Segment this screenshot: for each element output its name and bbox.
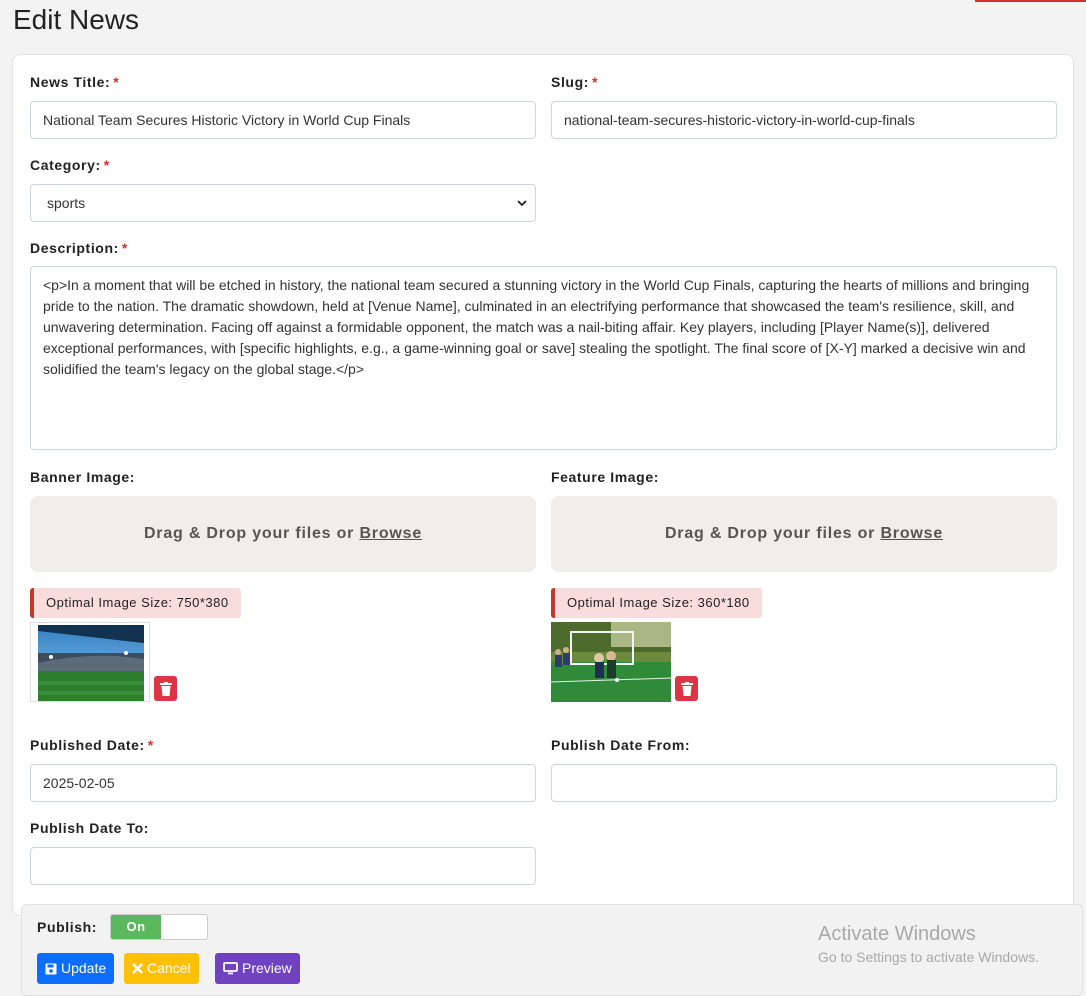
publish-date-to-label: Publish Date To: [30,820,150,836]
watermark-subtitle: Go to Settings to activate Windows. [818,949,1039,965]
slug-label: Slug: * [551,74,599,90]
update-button[interactable]: Update [37,953,115,984]
required-marker: * [103,157,110,173]
dropzone-text: Drag & Drop your files or [664,525,876,542]
watermark-title: Activate Windows [818,923,976,945]
update-label: Update [61,960,107,976]
close-icon [132,963,143,974]
feature-size-hint: Optimal Image Size: 360*180 [551,588,762,618]
browse-link[interactable]: Browse [359,525,422,542]
banner-image-label: Banner Image: [30,469,136,485]
delete-feature-button[interactable] [675,676,698,701]
page-title: Edit News [13,4,140,35]
stadium-image [31,623,149,701]
published-date-input[interactable]: 2025-02-05 [30,764,536,802]
feature-image-dropzone[interactable]: Drag & Drop your files or Browse [551,496,1057,572]
category-select[interactable]: sports [30,184,536,222]
banner-size-hint: Optimal Image Size: 750*380 [30,588,241,618]
banner-image-dropzone[interactable]: Drag & Drop your files or Browse [30,496,536,572]
dropzone-text: Drag & Drop your files or [143,525,355,542]
required-marker: * [592,74,599,90]
required-marker: * [147,737,154,753]
save-icon [45,963,57,974]
description-label: Description: * [30,240,128,256]
monitor-icon [223,962,238,975]
preview-button[interactable]: Preview [215,953,300,984]
trash-icon [680,681,693,696]
cancel-button[interactable]: Cancel [124,953,199,984]
publish-date-from-label: Publish Date From: [551,737,691,753]
description-textarea[interactable]: <p>In a moment that will be etched in hi… [30,266,1057,450]
publish-toggle[interactable]: On [110,914,208,940]
slug-input[interactable]: national-team-secures-historic-victory-i… [551,101,1057,139]
trash-icon [159,681,172,696]
banner-image-thumbnail [30,622,150,702]
delete-banner-button[interactable] [154,676,177,701]
edit-news-form: News Title: * National Team Secures Histo… [12,54,1074,916]
news-title-input[interactable]: National Team Secures Historic Victory i… [30,101,536,139]
activate-windows-watermark: Activate Windows Go to Settings to activ… [818,923,1039,965]
browse-link[interactable]: Browse [880,525,943,542]
toggle-on-label: On [111,915,161,939]
news-title-label: News Title: * [30,74,120,90]
soccer-players-image [551,622,671,702]
category-label: Category: * [30,157,110,173]
publish-date-from-input[interactable] [551,764,1057,802]
required-marker: * [113,74,120,90]
feature-image-label: Feature Image: [551,469,659,485]
category-selected-value: sports [47,195,86,211]
cancel-label: Cancel [147,960,191,976]
published-date-label: Published Date: * [30,737,154,753]
chevron-down-icon [517,200,527,207]
preview-label: Preview [242,960,292,976]
required-marker: * [121,240,128,256]
feature-image-thumbnail [551,622,671,702]
publish-label: Publish: [37,919,98,935]
publish-date-to-input[interactable] [30,847,536,885]
top-accent-line [975,0,1086,2]
